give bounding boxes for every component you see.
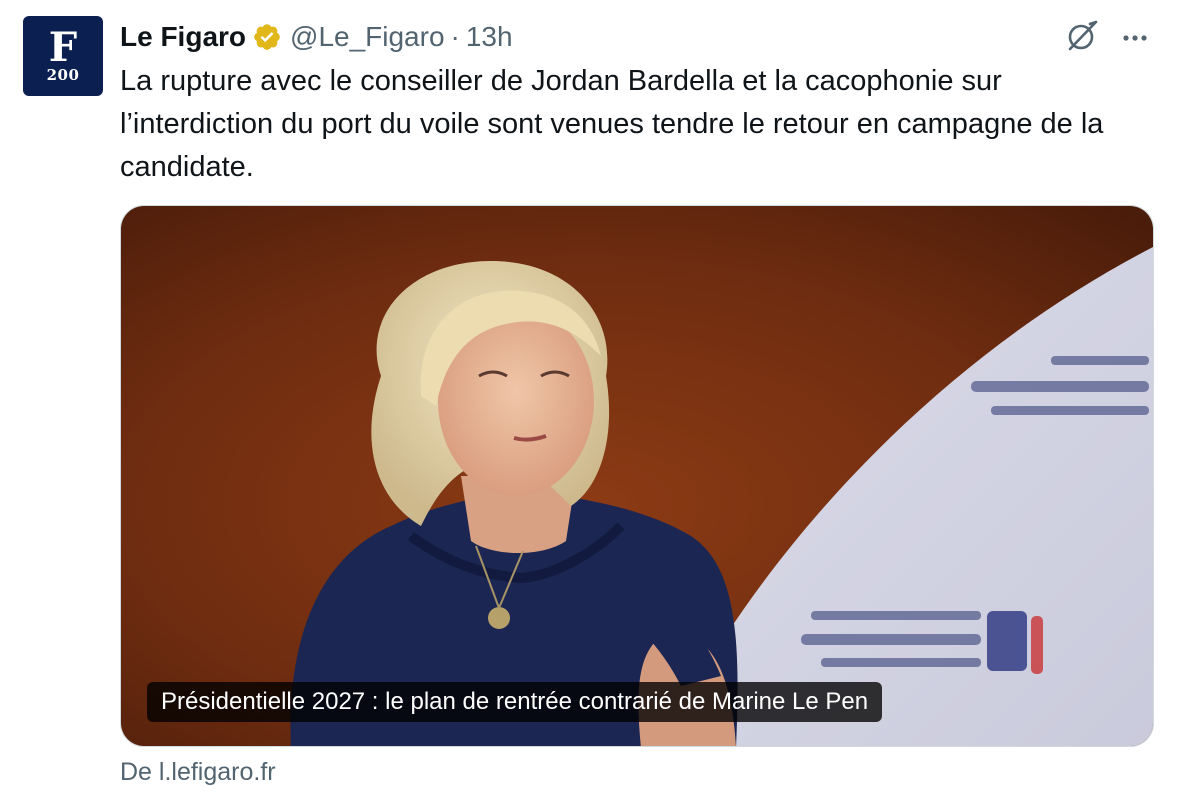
tweet-text: La rupture avec le conseiller de Jordan …: [120, 65, 1104, 183]
avatar-logo-letter: F: [48, 24, 78, 71]
card-source-link[interactable]: De l.lefigaro.fr: [120, 756, 276, 788]
tweet[interactable]: F 200 Le Figaro @Le_Figaro · 13h La rupt…: [0, 0, 1178, 796]
card-image: [121, 206, 1153, 746]
verified-badge-icon[interactable]: [252, 22, 282, 52]
separator-dot: ·: [450, 21, 460, 52]
author-name[interactable]: Le Figaro: [120, 21, 246, 53]
card-caption: Présidentielle 2027 : le plan de rentrée…: [147, 682, 883, 722]
grok-icon[interactable]: [1064, 18, 1100, 54]
avatar[interactable]: F 200: [23, 16, 103, 96]
timestamp[interactable]: 13h: [466, 21, 513, 53]
avatar-logo-badge: 200: [46, 66, 80, 84]
more-icon[interactable]: [1118, 20, 1152, 54]
tweet-header: Le Figaro @Le_Figaro · 13h: [120, 18, 513, 56]
author-handle[interactable]: @Le_Figaro: [290, 21, 445, 53]
link-card[interactable]: Présidentielle 2027 : le plan de rentrée…: [120, 205, 1154, 747]
